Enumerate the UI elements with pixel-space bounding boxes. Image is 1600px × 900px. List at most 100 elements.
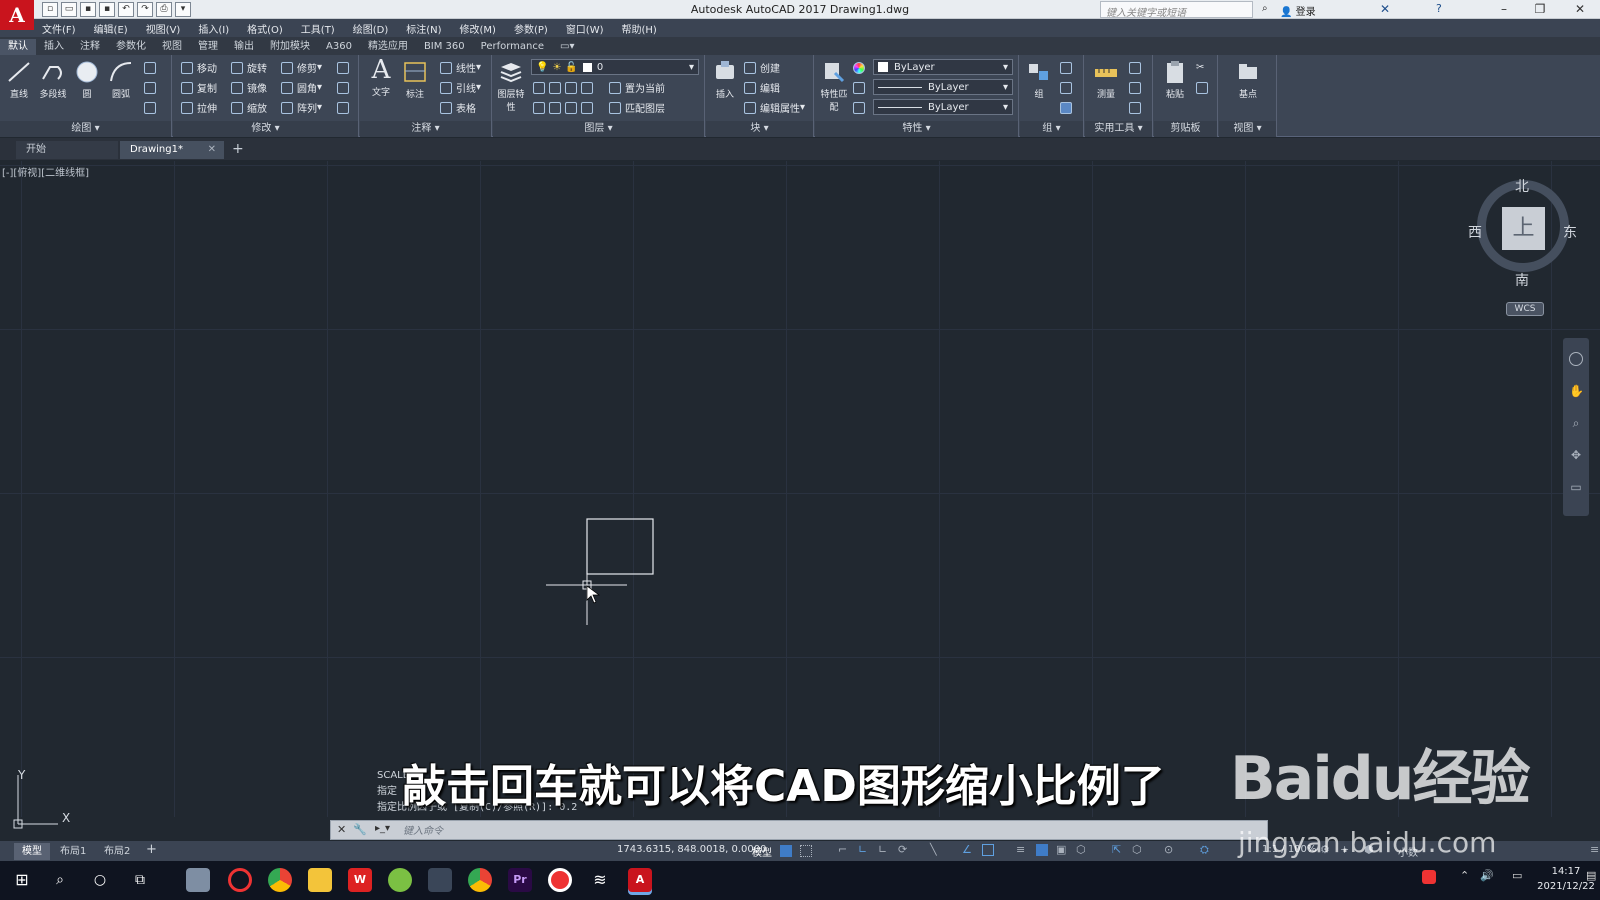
measure-tool[interactable]: 测量 [1091, 59, 1121, 100]
layer-isolate-icon[interactable] [549, 81, 561, 94]
mirror-button[interactable]: 镜像 [231, 79, 267, 96]
array-button[interactable]: 阵列 ▾ [281, 99, 322, 116]
tab-performance[interactable]: Performance [473, 39, 552, 55]
dynamic-input-icon[interactable]: ∟ [878, 843, 887, 856]
stretch-button[interactable]: 拉伸 [181, 99, 217, 116]
3d-osnap-icon[interactable]: ⬡ [1076, 843, 1086, 856]
customization-menu-icon[interactable]: ≡ [1590, 843, 1599, 856]
login-button[interactable]: 👤 登录 [1280, 3, 1316, 18]
color-dropdown[interactable]: ByLayer ▾ [873, 59, 1013, 75]
modify-panel-title[interactable]: 修改 ▾ [173, 121, 358, 137]
tab-view[interactable]: 视图 [154, 39, 190, 55]
clipboard-panel-title[interactable]: 剪贴板 [1154, 121, 1217, 137]
chrome-app-icon-2[interactable] [468, 868, 492, 892]
menu-tools[interactable]: 工具(T) [301, 21, 335, 36]
copy-button[interactable]: 复制 [181, 79, 217, 96]
system-clock[interactable]: 14:17 2021/12/22 [1536, 864, 1596, 894]
compass-south[interactable]: 南 [1515, 270, 1529, 290]
compass-west[interactable]: 西 [1468, 222, 1482, 242]
layer-lock-icon[interactable] [581, 81, 593, 94]
tab-manage[interactable]: 管理 [190, 39, 226, 55]
close-command-icon[interactable]: ✕ [337, 823, 346, 836]
new-file-icon[interactable]: ▫ [42, 2, 58, 17]
workspace-icon[interactable]: ▾ [175, 2, 191, 17]
hatch-icon[interactable] [144, 79, 160, 96]
base-point-tool[interactable]: 基点 [1233, 59, 1263, 100]
tab-start[interactable]: 开始 [16, 141, 118, 159]
binoculars-icon[interactable]: ⌕ [1262, 3, 1268, 14]
grid-icon[interactable] [780, 845, 792, 857]
cut-icon[interactable]: ✂ [1196, 59, 1204, 76]
search-icon[interactable]: ⌕ [48, 868, 72, 892]
tab-layout2[interactable]: 布局2 [96, 843, 138, 860]
menu-view[interactable]: 视图(V) [146, 21, 181, 36]
tool-app-icon[interactable] [428, 868, 452, 892]
pan-icon[interactable]: ✋ [1569, 384, 1584, 398]
infer-icon[interactable]: ⌐ [838, 843, 847, 856]
command-line[interactable]: ✕ 🔧 ▸_▾ [330, 820, 1268, 840]
linetype-dropdown[interactable]: ByLayer ▾ [873, 79, 1013, 95]
plot-icon[interactable]: ⎙ [156, 2, 172, 17]
draw-panel-title[interactable]: 绘图 ▾ [0, 121, 171, 137]
volume-icon[interactable]: 🔊 [1480, 869, 1494, 882]
menu-dimension[interactable]: 标注(N) [406, 21, 441, 36]
tab-drawing1[interactable]: Drawing1* ✕ [120, 141, 224, 159]
viewcube-top-face[interactable]: 上 [1502, 207, 1545, 250]
scale-button[interactable]: 缩放 [231, 99, 267, 116]
record-app-icon[interactable] [548, 868, 572, 892]
gizmo-icon[interactable]: ⊙ [1164, 843, 1173, 856]
annotation-visibility-icon[interactable]: ⛭ [1200, 843, 1209, 857]
cortana-icon[interactable]: ○ [88, 868, 112, 892]
chrome-app-icon[interactable] [268, 868, 292, 892]
steering-wheel-icon[interactable] [1569, 352, 1583, 366]
group-select-icon[interactable] [1060, 99, 1076, 116]
layer-freeze-icon[interactable] [565, 81, 577, 94]
zoom-icon[interactable]: ⌕ [1569, 416, 1583, 430]
open-file-icon[interactable]: ▭ [61, 2, 77, 17]
autocad-app-icon[interactable]: A [628, 868, 652, 892]
network-icon[interactable]: ▭ [1512, 869, 1522, 882]
explode-icon[interactable] [337, 79, 353, 96]
command-input[interactable]: 键入命令 [403, 822, 443, 837]
new-tab-icon[interactable]: + [232, 141, 244, 157]
text-tool[interactable]: A 文字 [366, 57, 396, 98]
recorder-app-icon[interactable] [228, 868, 252, 892]
search-input[interactable]: 键入关键字或短语 [1100, 1, 1253, 19]
group-tool[interactable]: 组 [1024, 59, 1054, 100]
drawing-area[interactable] [0, 161, 1600, 817]
object-snap-icon[interactable] [982, 844, 994, 856]
properties-panel-title[interactable]: 特性 ▾ [815, 121, 1018, 137]
offset-icon[interactable] [337, 99, 353, 116]
layer-on-icon[interactable] [533, 101, 545, 114]
match-layer-button[interactable]: 匹配图层 [609, 99, 665, 116]
copy-clip-icon[interactable] [1196, 79, 1212, 96]
menu-format[interactable]: 格式(O) [247, 21, 283, 36]
minimize-button[interactable]: – [1486, 0, 1522, 19]
paste-tool[interactable]: 粘贴 [1160, 59, 1190, 100]
quick-select-icon[interactable] [1129, 99, 1145, 116]
task-view-icon[interactable]: ⧉ [128, 868, 152, 892]
match-properties-tool[interactable]: 特性匹配 [819, 59, 849, 113]
tab-output[interactable]: 输出 [226, 39, 262, 55]
lineweight-dropdown[interactable]: ByLayer ▾ [873, 99, 1013, 115]
selection-cycling-icon[interactable]: ▣ [1056, 843, 1066, 856]
lineweight-display-icon[interactable]: ≡ [1016, 843, 1025, 856]
table-button[interactable]: 表格 [440, 99, 476, 116]
wps-app-icon[interactable]: W [348, 868, 372, 892]
layers-panel-title[interactable]: 图层 ▾ [493, 121, 704, 137]
polar-icon[interactable]: ⟳ [898, 843, 907, 856]
tab-featured-apps[interactable]: 精选应用 [360, 39, 416, 55]
orbit-icon[interactable]: ✥ [1569, 448, 1583, 462]
tab-a360[interactable]: A360 [318, 39, 360, 55]
linetype-icon[interactable] [853, 79, 869, 96]
snap-icon[interactable] [800, 845, 812, 857]
trim-button[interactable]: 修剪 ▾ [281, 59, 322, 76]
ortho-icon[interactable]: ∟ [858, 843, 867, 856]
arc-tool[interactable]: 圆弧 [106, 59, 136, 100]
menu-file[interactable]: 文件(F) [42, 21, 76, 36]
utilities-panel-title[interactable]: 实用工具 ▾ [1085, 121, 1152, 137]
menu-help[interactable]: 帮助(H) [622, 21, 657, 36]
edit-block-button[interactable]: 编辑 [744, 79, 780, 96]
leader-button[interactable]: 引线 ▾ [440, 79, 481, 96]
move-button[interactable]: 移动 [181, 59, 217, 76]
